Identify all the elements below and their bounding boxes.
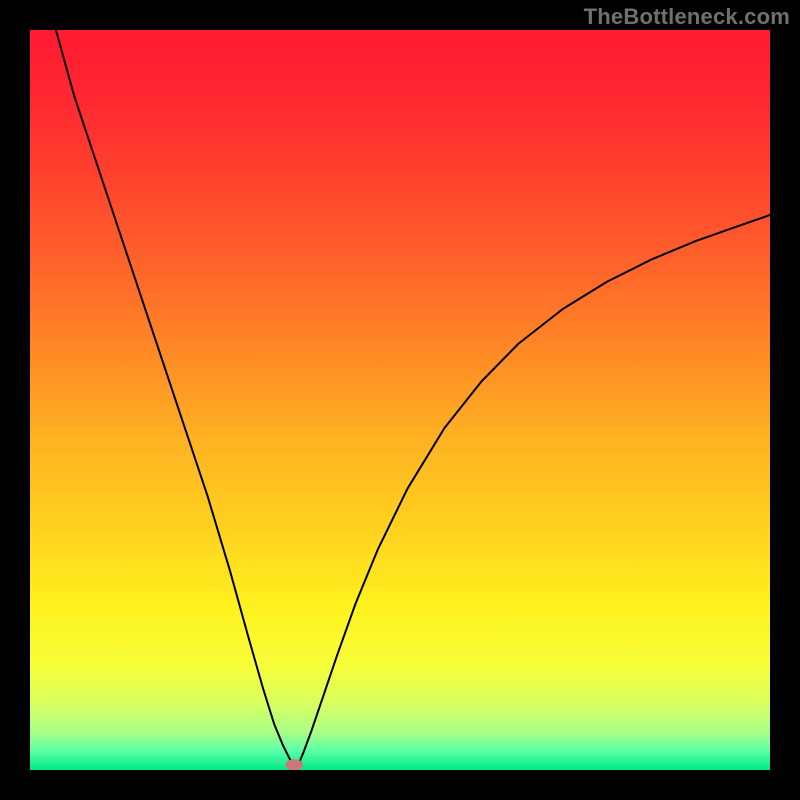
gradient-background [30,30,770,770]
chart-frame: TheBottleneck.com [0,0,800,800]
valley-marker [285,759,303,770]
watermark-text: TheBottleneck.com [584,4,790,30]
marker-group [285,759,303,770]
plot-area [30,30,770,770]
chart-svg [30,30,770,770]
